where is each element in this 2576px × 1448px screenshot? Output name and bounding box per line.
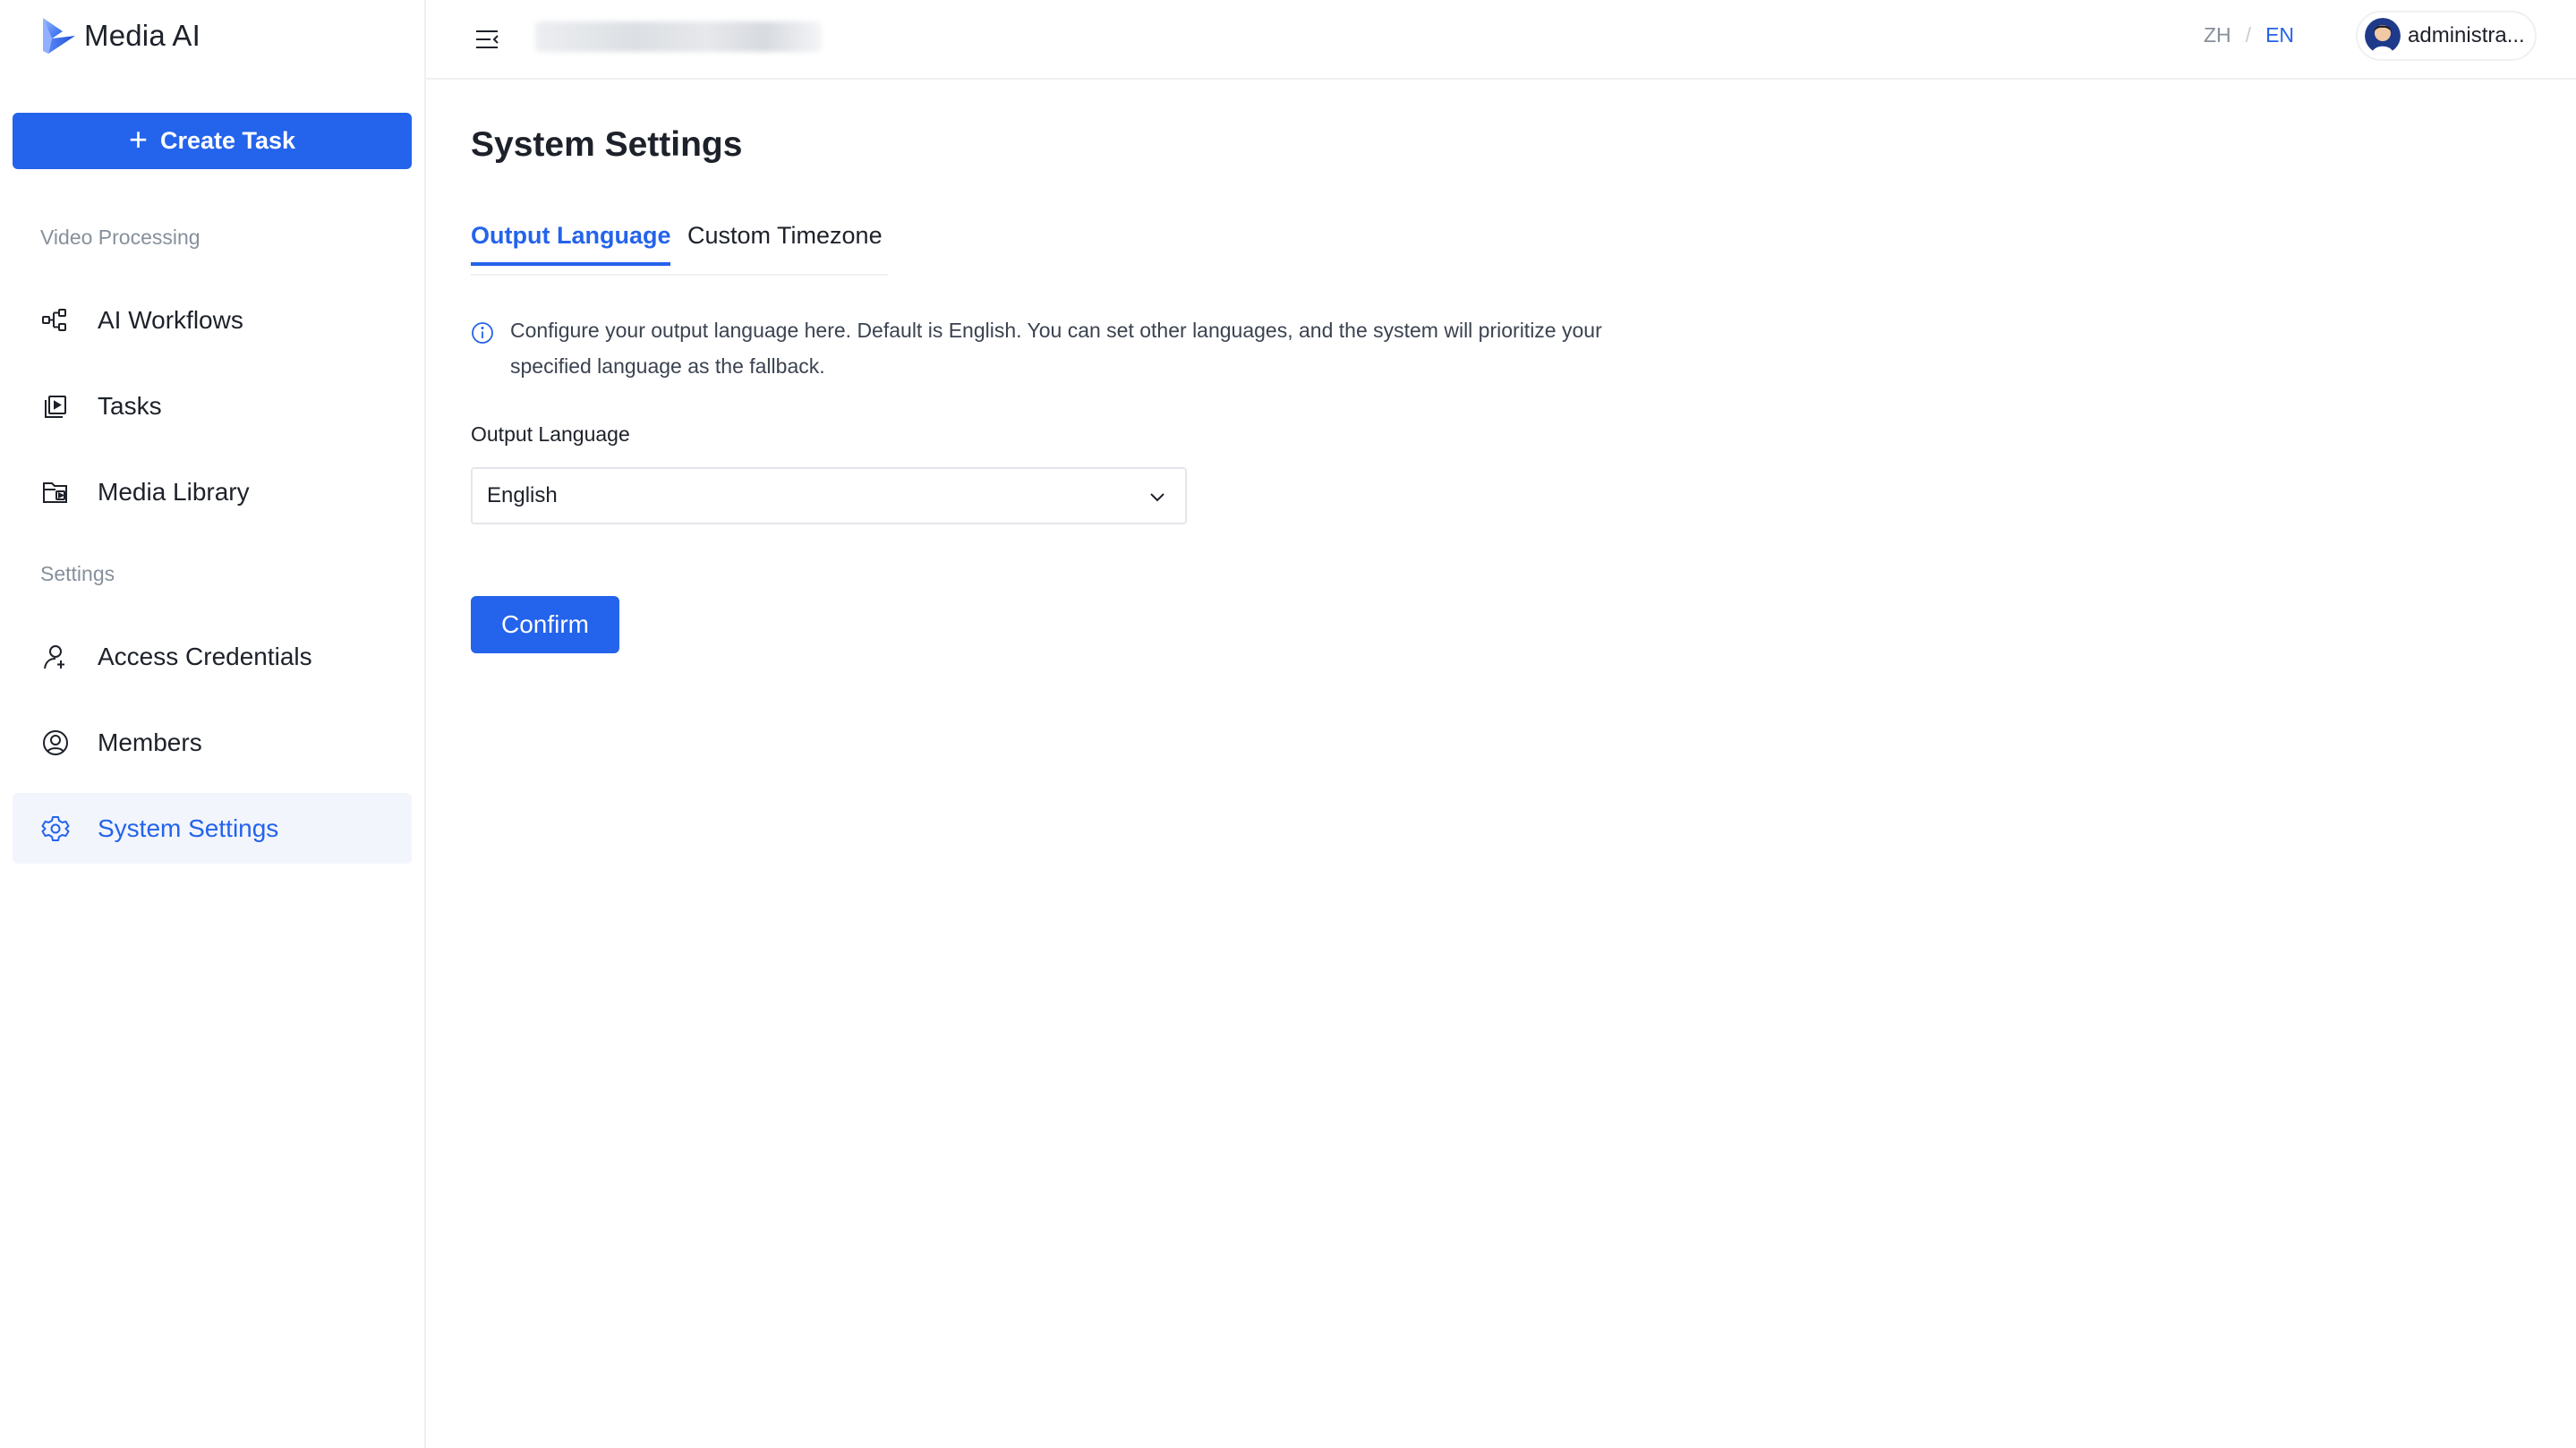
sidebar-item-tasks[interactable]: Tasks <box>13 371 412 441</box>
key-user-icon <box>40 642 71 672</box>
lang-option-zh[interactable]: ZH <box>2204 23 2231 47</box>
sidebar-item-label: AI Workflows <box>98 305 243 334</box>
user-menu[interactable]: administra... <box>2356 11 2537 61</box>
output-language-select[interactable]: English <box>471 467 1187 524</box>
app-name: Media AI <box>84 19 201 52</box>
sidebar-item-label: Access Credentials <box>98 642 312 670</box>
lang-separator: / <box>2245 23 2252 47</box>
sidebar-item-label: Media Library <box>98 477 250 506</box>
workflow-icon <box>40 305 71 336</box>
sidebar-item-label: Members <box>98 728 202 756</box>
top-header: ZH / EN administra... <box>426 0 2576 80</box>
sidebar-item-media-library[interactable]: Media Library <box>13 456 412 527</box>
info-icon <box>472 322 493 344</box>
user-circle-icon <box>40 728 71 758</box>
settings-tabs: Output Language Custom Timezone <box>471 222 888 276</box>
sidebar-item-label: System Settings <box>98 813 279 842</box>
lang-option-en[interactable]: EN <box>2265 23 2294 47</box>
sidebar-item-label: Tasks <box>98 391 162 420</box>
info-notice: Configure your output language here. Def… <box>471 317 1634 384</box>
output-language-label: Output Language <box>471 422 630 446</box>
plus-icon: + <box>128 121 148 158</box>
section-title-settings: Settings <box>40 562 115 585</box>
confirm-button[interactable]: Confirm <box>471 596 619 653</box>
sidebar-item-access-credentials[interactable]: Access Credentials <box>13 621 412 692</box>
sidebar-item-system-settings[interactable]: System Settings <box>13 793 412 864</box>
folder-media-icon <box>40 477 71 507</box>
chevron-down-icon <box>1150 493 1164 502</box>
user-name: administra... <box>2408 23 2525 47</box>
language-switcher: ZH / EN <box>2204 23 2294 47</box>
app-logo[interactable]: Media AI <box>39 14 200 57</box>
create-task-label: Create Task <box>159 127 296 154</box>
sidebar-item-ai-workflows[interactable]: AI Workflows <box>13 285 412 355</box>
breadcrumb-redacted <box>535 21 822 52</box>
section-title-video-processing: Video Processing <box>40 226 200 249</box>
sidebar-item-members[interactable]: Members <box>13 707 412 778</box>
sidebar: Media AI + Create Task Video Processing … <box>0 0 426 1448</box>
logo-icon <box>43 18 75 54</box>
gear-icon <box>40 813 71 844</box>
tab-custom-timezone[interactable]: Custom Timezone <box>687 222 883 262</box>
tasks-icon <box>40 391 71 422</box>
avatar <box>2365 18 2401 54</box>
select-value: English <box>487 483 558 507</box>
info-text: Configure your output language here. Def… <box>510 319 1602 378</box>
tab-output-language[interactable]: Output Language <box>471 222 671 266</box>
menu-fold-icon[interactable] <box>471 23 503 55</box>
page-title: System Settings <box>471 125 743 164</box>
create-task-button[interactable]: + Create Task <box>13 113 412 169</box>
